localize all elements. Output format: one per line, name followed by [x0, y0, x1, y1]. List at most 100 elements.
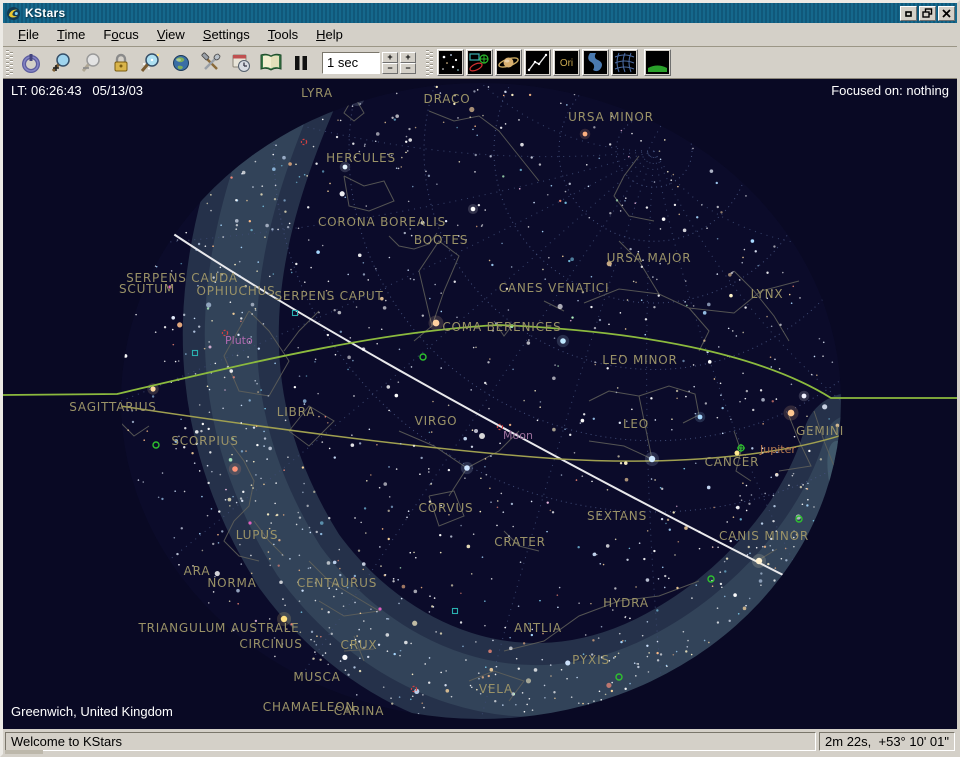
- milky-way-icon: [584, 51, 607, 74]
- toggle-milky-way-button[interactable]: [582, 49, 609, 76]
- constellation-label: LUPUS: [236, 528, 279, 542]
- menu-settings[interactable]: Settings: [194, 24, 259, 45]
- main-toolbar: + − + −: [3, 47, 957, 79]
- constellation-label: CRATER: [494, 535, 546, 549]
- toggle-constellation-names-button[interactable]: Ori: [553, 49, 580, 76]
- toggle-deep-sky-button[interactable]: [466, 49, 493, 76]
- set-time-icon: [230, 52, 252, 74]
- constellation-label: CANES VENATICI: [499, 281, 610, 295]
- constellation-label: TRIANGULUM AUSTRALE: [138, 621, 300, 635]
- find-object-button[interactable]: [136, 49, 166, 77]
- zoom-out-button[interactable]: [76, 49, 106, 77]
- constellation-label: HERCULES: [326, 151, 396, 165]
- moon-label: Moon: [503, 429, 533, 442]
- constellation-label: CORONA BOREALIS: [318, 215, 446, 229]
- lock-tracking-button[interactable]: [106, 49, 136, 77]
- constellation-label: SCORPIUS: [171, 434, 238, 448]
- menu-view[interactable]: View: [148, 24, 194, 45]
- constellation-label: SCUTUM: [119, 282, 175, 296]
- tools-icon: [200, 52, 222, 74]
- constellation-label: GEMINI: [796, 424, 844, 438]
- menu-help[interactable]: Help: [307, 24, 352, 45]
- sky-map[interactable]: PlutoMoonJupiterLYRADRACOURSA MINORHERCU…: [3, 79, 957, 729]
- grid-icon: [613, 51, 636, 74]
- menubar: FileTimeFocusViewSettingsToolsHelp: [3, 23, 957, 47]
- constellation-label: PYXIS: [572, 653, 610, 667]
- constellation-label: CARINA: [334, 704, 384, 718]
- menu-focus[interactable]: Focus: [94, 24, 147, 45]
- sky-canvas[interactable]: PlutoMoonJupiterLYRADRACOURSA MINORHERCU…: [3, 79, 957, 729]
- view-toolbar-grip[interactable]: [426, 50, 433, 76]
- timestep-step-down-button[interactable]: −: [400, 63, 416, 74]
- constellation-label: CIRCINUS: [239, 637, 302, 651]
- toggle-constellation-lines-button[interactable]: [524, 49, 551, 76]
- constellation-label: SAGITTARIUS: [69, 400, 156, 414]
- handbook-button[interactable]: [256, 49, 286, 77]
- constellation-label: SERPENS CAPUT: [274, 289, 383, 303]
- constellation-label: CRUX: [341, 638, 378, 652]
- globe-icon: [170, 52, 192, 74]
- find-object-icon: [140, 52, 162, 74]
- timestep-unit-down-button[interactable]: −: [382, 63, 398, 74]
- constellation-lines-icon: [526, 51, 549, 74]
- kstars-logo-icon: [6, 6, 21, 21]
- lock-icon: [110, 52, 132, 74]
- restore-icon: [922, 8, 933, 18]
- geo-location-label: Greenwich, United Kingdom: [11, 704, 173, 719]
- toggle-planets-button[interactable]: [495, 49, 522, 76]
- status-coordinates: 2m 22s, +53° 10' 01": [819, 732, 955, 751]
- zoom-in-button[interactable]: [46, 49, 76, 77]
- constellation-label: SEXTANS: [587, 509, 647, 523]
- handbook-icon: [259, 52, 283, 74]
- constellation-label: VELA: [479, 682, 513, 696]
- horizon-icon: [646, 51, 669, 74]
- toggle-stars-button[interactable]: [437, 49, 464, 76]
- constellation-label: LIBRA: [277, 405, 316, 419]
- geographic-location-button[interactable]: [166, 49, 196, 77]
- power-button[interactable]: [16, 49, 46, 77]
- constellation-label: ANTLIA: [514, 621, 562, 635]
- zoom-out-icon: [80, 52, 102, 74]
- constellation-label: CANCER: [705, 455, 760, 469]
- deep-sky-icon: [468, 51, 491, 74]
- constellation-label: OPHIUCHUS: [196, 284, 275, 298]
- configure-button[interactable]: [196, 49, 226, 77]
- constellation-label: LYNX: [751, 287, 784, 301]
- status-message: Welcome to KStars: [5, 732, 816, 751]
- minimize-icon: [904, 9, 913, 18]
- pause-clock-button[interactable]: [286, 49, 316, 77]
- constellation-label: HYDRA: [603, 596, 649, 610]
- minimize-button[interactable]: [900, 6, 917, 21]
- constellation-label: COMA BERENICES: [442, 320, 561, 334]
- toggle-grid-button[interactable]: [611, 49, 638, 76]
- menu-time[interactable]: Time: [48, 24, 94, 45]
- constellation-label: BOOTES: [414, 233, 468, 247]
- menu-file[interactable]: File: [9, 24, 48, 45]
- constellation-names-icon: Ori: [555, 51, 578, 74]
- toolbar-grip[interactable]: [6, 50, 13, 76]
- constellation-label: DRACO: [424, 92, 471, 106]
- timestep-unit-up-button[interactable]: +: [382, 52, 398, 63]
- ori-label: Ori: [560, 58, 573, 69]
- titlebar[interactable]: KStars: [3, 3, 957, 23]
- constellation-label: CANIS MINOR: [719, 529, 809, 543]
- restore-button[interactable]: [919, 6, 936, 21]
- menu-tools[interactable]: Tools: [259, 24, 307, 45]
- close-button[interactable]: [938, 6, 955, 21]
- timestep-box: + − + −: [322, 52, 416, 74]
- power-icon: [20, 52, 42, 74]
- focus-info-label: Focused on: nothing: [831, 83, 949, 98]
- constellation-label: LEO: [623, 417, 649, 431]
- toggle-horizon-button[interactable]: [644, 49, 671, 76]
- timestep-step-up-button[interactable]: +: [400, 52, 416, 63]
- pluto-dot[interactable]: [209, 346, 212, 349]
- jupiter-label: Jupiter: [759, 443, 796, 456]
- resize-notch[interactable]: [5, 750, 43, 754]
- kstars-window: KStars FileTimeFocusViewSettingsToolsHel…: [0, 0, 960, 757]
- constellation-label: NORMA: [207, 576, 256, 590]
- pause-icon: [292, 54, 310, 72]
- set-time-button[interactable]: [226, 49, 256, 77]
- timestep-input[interactable]: [322, 52, 380, 74]
- constellation-label: URSA MAJOR: [607, 251, 692, 265]
- moon-dot[interactable]: [479, 433, 485, 439]
